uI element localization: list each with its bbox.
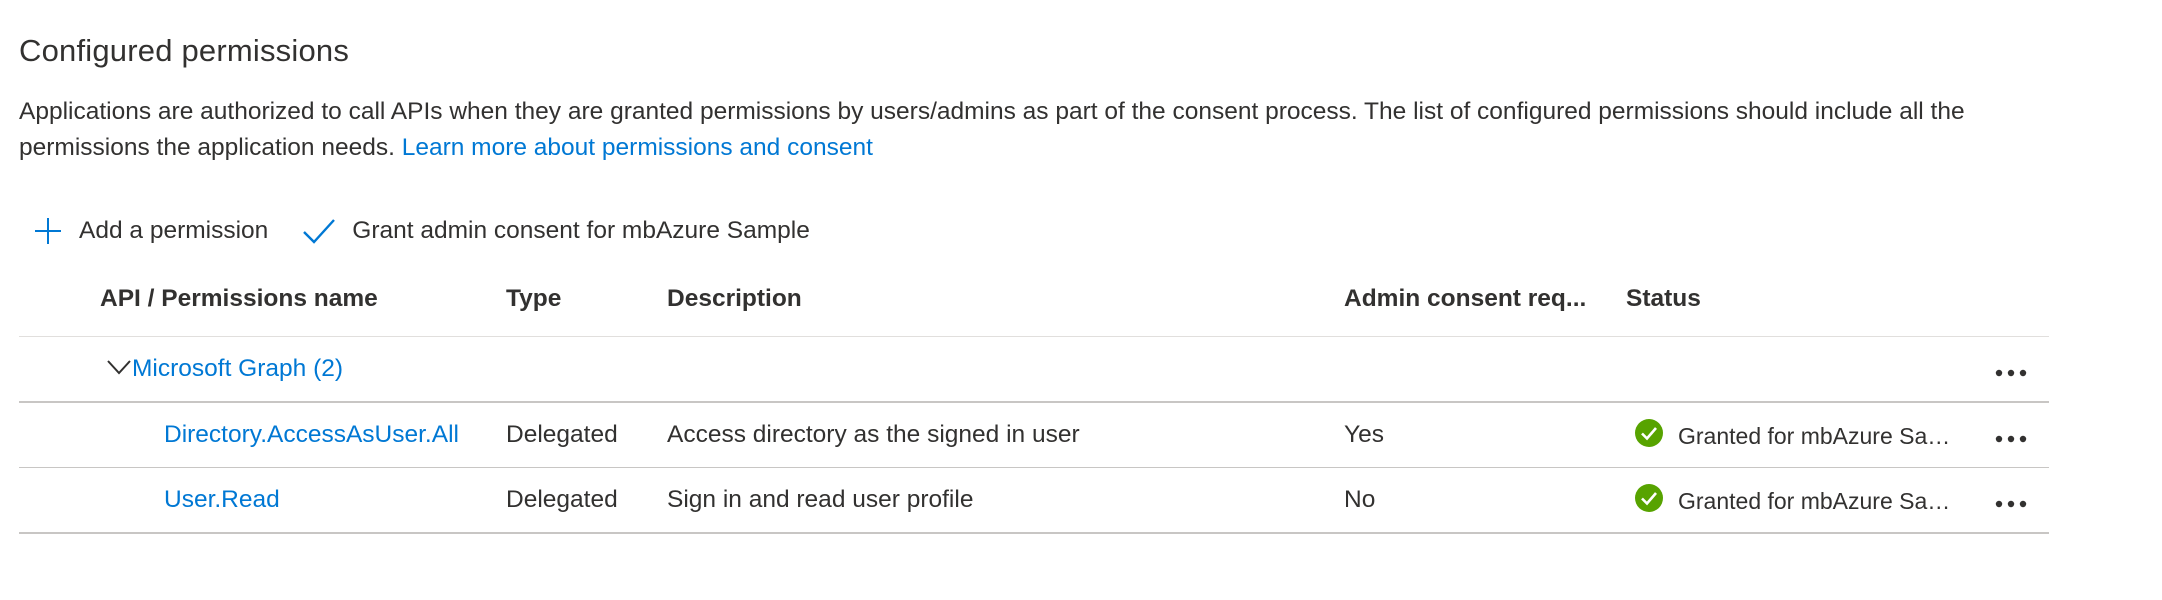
- status-text: Granted for mbAzure Sample: [1678, 423, 1958, 449]
- header-name[interactable]: API / Permissions name: [100, 285, 378, 313]
- status-text: Granted for mbAzure Sample: [1678, 488, 1958, 514]
- permissions-table: API / Permissions name Type Description …: [19, 270, 2049, 534]
- header-description[interactable]: Description: [667, 285, 802, 313]
- header-admin-consent[interactable]: Admin consent req...: [1344, 285, 1586, 313]
- permission-description: Sign in and read user profile: [667, 486, 974, 513]
- check-circle-icon: [1634, 418, 1664, 455]
- table-row: User.Read Delegated Sign in and read use…: [19, 468, 2049, 534]
- group-link-microsoft-graph[interactable]: Microsoft Graph (2): [132, 355, 343, 383]
- more-icon[interactable]: [1991, 421, 2031, 457]
- section-description: Applications are authorized to call APIs…: [19, 94, 2059, 166]
- add-permission-label: Add a permission: [79, 217, 269, 244]
- checkmark-icon: [302, 216, 336, 246]
- grant-admin-consent-label: Grant admin consent for mbAzure Sample: [352, 217, 810, 244]
- group-row-microsoft-graph[interactable]: Microsoft Graph (2): [19, 337, 2049, 403]
- learn-more-link[interactable]: Learn more about permissions and consent: [402, 134, 873, 161]
- more-icon[interactable]: [1991, 486, 2031, 522]
- section-title: Configured permissions: [19, 33, 350, 68]
- add-permission-button[interactable]: Add a permission: [33, 216, 268, 246]
- admin-consent-value: Yes: [1344, 421, 1384, 448]
- description-text: Applications are authorized to call APIs…: [19, 98, 1965, 161]
- permission-link[interactable]: Directory.AccessAsUser.All: [164, 421, 459, 449]
- table-row: Directory.AccessAsUser.All Delegated Acc…: [19, 403, 2049, 468]
- admin-consent-value: No: [1344, 486, 1376, 513]
- header-status[interactable]: Status: [1626, 285, 1701, 313]
- more-icon[interactable]: [1991, 355, 2031, 391]
- permission-link[interactable]: User.Read: [164, 486, 280, 514]
- header-type[interactable]: Type: [506, 285, 561, 313]
- grant-admin-consent-button[interactable]: Grant admin consent for mbAzure Sample: [302, 216, 810, 246]
- chevron-down-icon[interactable]: [105, 355, 133, 379]
- check-circle-icon: [1634, 483, 1664, 520]
- plus-icon: [33, 216, 63, 246]
- toolbar: Add a permission Grant admin consent for…: [33, 207, 810, 255]
- permission-type: Delegated: [506, 486, 618, 513]
- permission-type: Delegated: [506, 421, 618, 448]
- status-cell: Granted for mbAzure Sample: [1634, 483, 1958, 520]
- table-header: API / Permissions name Type Description …: [19, 270, 2049, 337]
- permission-description: Access directory as the signed in user: [667, 421, 1080, 448]
- status-cell: Granted for mbAzure Sample: [1634, 418, 1958, 455]
